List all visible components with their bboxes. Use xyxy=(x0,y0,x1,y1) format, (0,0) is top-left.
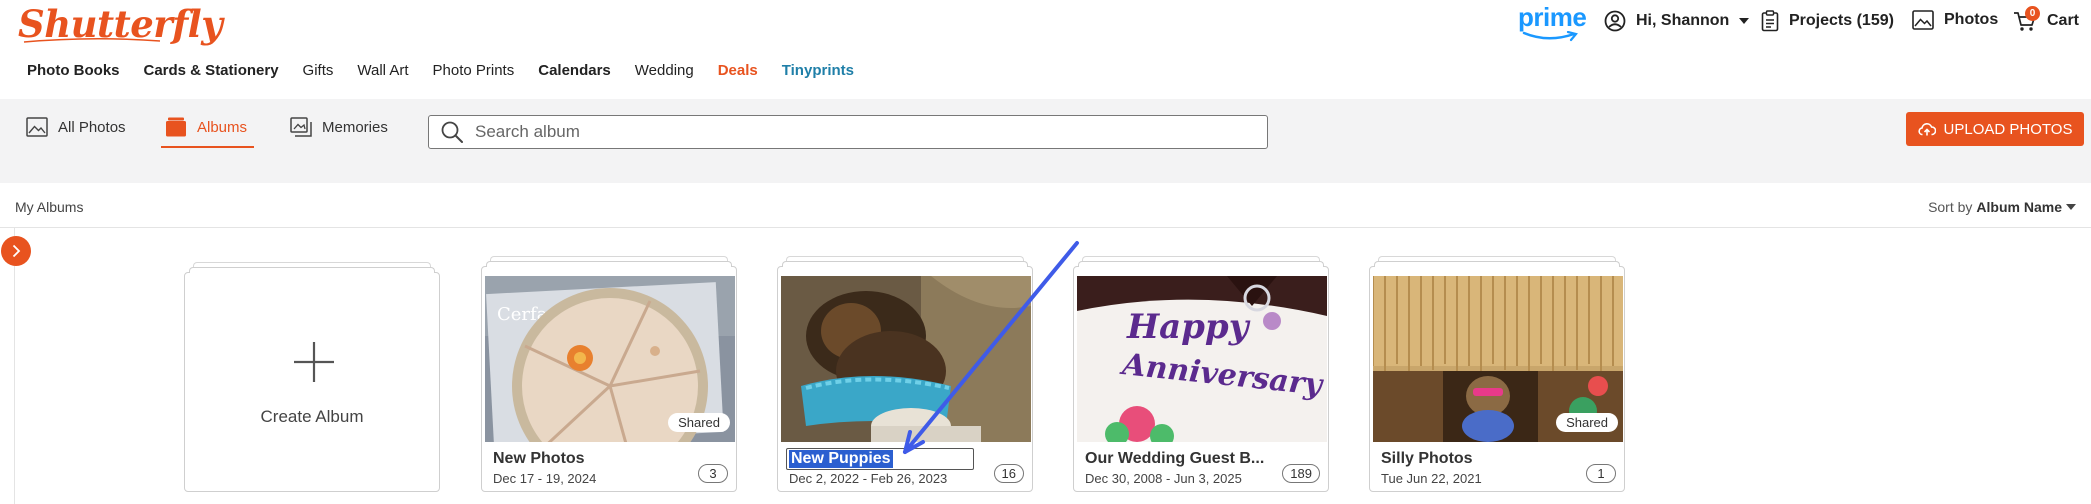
category-nav: Photo Books Cards & Stationery Gifts Wal… xyxy=(27,62,854,79)
cloud-upload-icon xyxy=(1917,123,1936,136)
album-dates: Dec 2, 2022 - Feb 26, 2023 xyxy=(789,471,948,486)
create-album-label: Create Album xyxy=(260,407,364,426)
album-icon xyxy=(166,117,186,137)
album-title: Silly Photos xyxy=(1381,450,1473,467)
album-card-new-photos[interactable]: Cerfa Shared New Photos Dec 17 - 19, 202… xyxy=(481,256,737,492)
nav-wedding[interactable]: Wedding xyxy=(635,62,694,79)
prime-badge[interactable]: prime xyxy=(1518,4,1587,44)
sort-value: Album Name xyxy=(1976,199,2062,215)
search-icon xyxy=(441,121,463,143)
nav-photo-prints[interactable]: Photo Prints xyxy=(433,62,515,79)
expand-drawer-button[interactable] xyxy=(1,236,31,266)
album-card-new-puppies[interactable]: New Puppies Dec 2, 2022 - Feb 26, 2023 1… xyxy=(777,256,1033,492)
tab-all-photos[interactable]: All Photos xyxy=(26,117,126,137)
card-stack-edge xyxy=(1374,261,1620,267)
album-dates: Dec 30, 2008 - Jun 3, 2025 xyxy=(1085,471,1242,486)
photos-label: Photos xyxy=(1944,11,1999,28)
sort-dropdown[interactable]: Sort by Album Name xyxy=(1928,199,2076,215)
greeting-label: Hi, Shannon xyxy=(1636,12,1730,29)
album-card-wedding-guest[interactable]: Happy Anniversary Our Wedding Guest B...… xyxy=(1073,256,1329,492)
photo-toolbar: All Photos Albums Memories UPLOAD PHOTOS xyxy=(0,99,2091,183)
tab-all-photos-label: All Photos xyxy=(58,118,126,136)
cart-link[interactable]: 0 Cart xyxy=(2013,6,2080,32)
album-title: Our Wedding Guest B... xyxy=(1085,450,1265,467)
photo-count-badge: 3 xyxy=(698,464,728,483)
photo-icon xyxy=(1912,10,1934,30)
shared-badge: Shared xyxy=(1556,413,1618,432)
projects-label: Projects (159) xyxy=(1789,12,1894,29)
cart-count-badge: 0 xyxy=(2025,6,2040,21)
photo-count-badge: 1 xyxy=(1586,464,1616,483)
nav-wall-art[interactable]: Wall Art xyxy=(357,62,408,79)
create-album-card[interactable]: Create Album xyxy=(184,262,440,492)
logo-swash xyxy=(23,37,161,43)
album-thumbnail: Happy Anniversary xyxy=(1077,276,1327,442)
album-title-editor[interactable]: New Puppies xyxy=(786,448,974,470)
album-card-silly-photos[interactable]: Shared Silly Photos Tue Jun 22, 2021 1 xyxy=(1369,256,1625,492)
upload-photos-label: UPLOAD PHOTOS xyxy=(1943,120,2073,138)
section-title: My Albums xyxy=(15,199,84,215)
prime-smile-icon xyxy=(1522,30,1578,42)
shared-badge: Shared xyxy=(668,413,730,432)
puppy-photo xyxy=(781,276,1031,442)
chevron-down-icon xyxy=(1739,18,1750,24)
card-stack-edge xyxy=(782,261,1028,267)
nav-photo-books[interactable]: Photo Books xyxy=(27,62,120,79)
drawer-divider xyxy=(14,228,15,504)
photo-icon xyxy=(26,117,48,137)
album-dates: Tue Jun 22, 2021 xyxy=(1381,471,1482,486)
nav-deals[interactable]: Deals xyxy=(718,62,758,79)
tab-memories-label: Memories xyxy=(322,118,388,136)
nav-calendars[interactable]: Calendars xyxy=(538,62,611,79)
projects-link[interactable]: Projects (159) xyxy=(1761,10,1894,32)
plus-icon xyxy=(294,342,334,382)
cake-text-happy: Happy xyxy=(1126,307,1251,347)
sort-prefix: Sort by xyxy=(1928,199,1973,215)
album-title: New Photos xyxy=(493,450,585,467)
search-box xyxy=(428,115,1268,149)
photo-count-badge: 189 xyxy=(1282,464,1320,483)
card-stack-edge xyxy=(1078,261,1324,267)
tab-albums-label: Albums xyxy=(197,118,248,136)
upload-photos-button[interactable]: UPLOAD PHOTOS xyxy=(1906,112,2084,146)
clipboard-icon xyxy=(1761,10,1779,32)
album-dates: Dec 17 - 19, 2024 xyxy=(493,471,597,486)
tab-memories[interactable]: Memories xyxy=(290,117,388,137)
card-stack-edge xyxy=(189,267,435,273)
tab-albums[interactable]: Albums xyxy=(165,117,247,137)
account-menu[interactable]: Hi, Shannon xyxy=(1604,10,1750,32)
chevron-right-icon xyxy=(12,244,21,258)
cake-photo: Happy Anniversary xyxy=(1077,276,1327,442)
search-album-input[interactable] xyxy=(475,122,1235,142)
photos-link[interactable]: Photos xyxy=(1912,10,1998,30)
photo-count-badge: 16 xyxy=(993,464,1024,483)
album-thumbnail xyxy=(781,276,1031,442)
divider xyxy=(0,227,2091,228)
nav-cards-stationery[interactable]: Cards & Stationery xyxy=(144,62,279,79)
nav-gifts[interactable]: Gifts xyxy=(303,62,334,79)
cart-icon-wrap: 0 xyxy=(2013,6,2040,32)
user-icon xyxy=(1604,10,1626,32)
active-tab-indicator xyxy=(161,146,254,148)
nav-tinyprints[interactable]: Tinyprints xyxy=(782,62,854,79)
cart-label: Cart xyxy=(2047,12,2080,29)
card-stack-edge xyxy=(486,261,732,267)
album-title-selected-text: New Puppies xyxy=(789,450,893,468)
chevron-down-icon xyxy=(2066,204,2076,210)
memories-icon xyxy=(290,117,312,137)
